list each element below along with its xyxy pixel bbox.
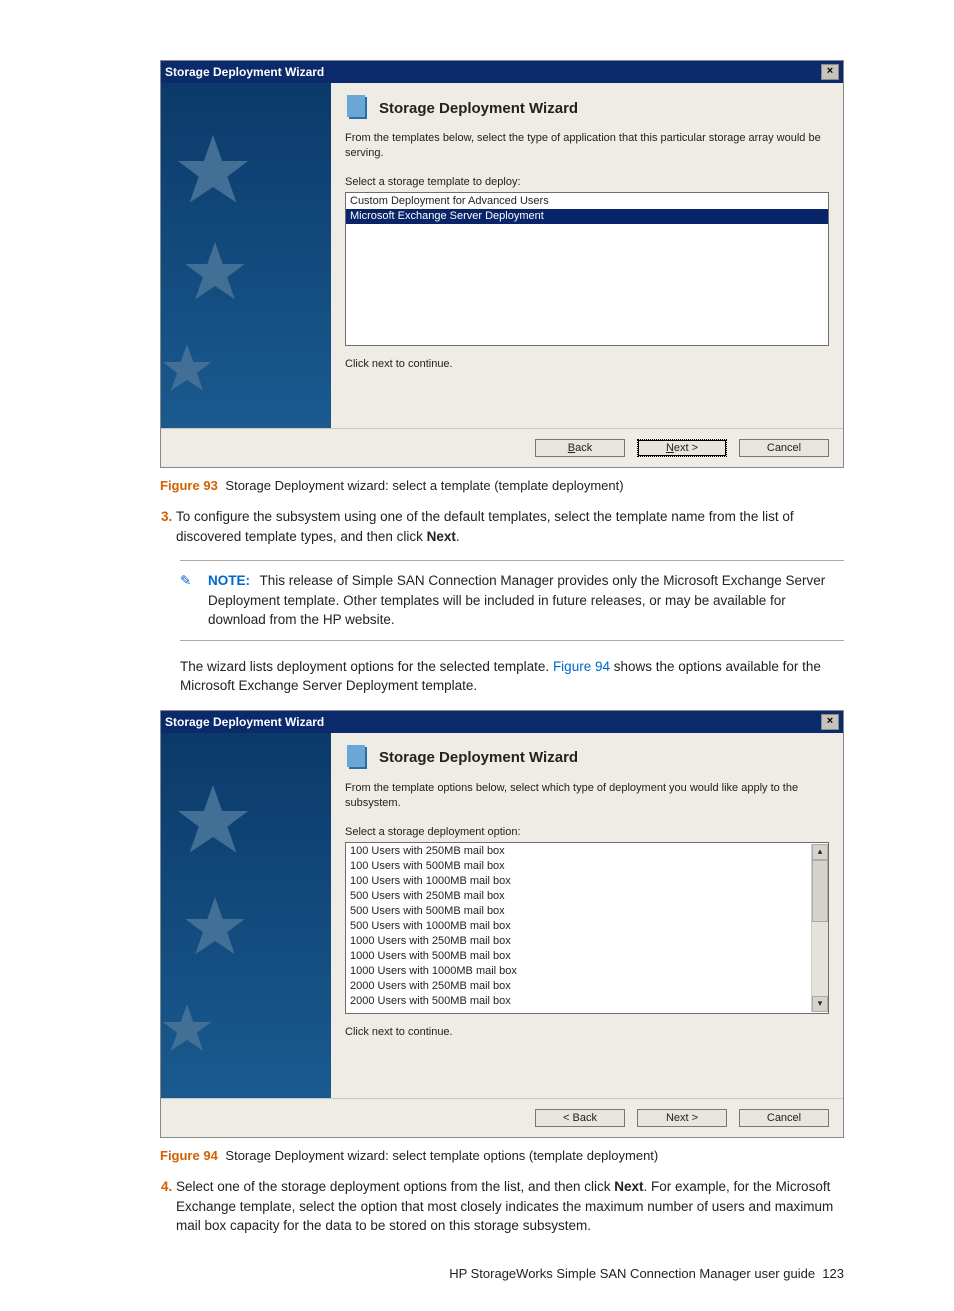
scroll-thumb[interactable] bbox=[812, 860, 828, 922]
note-label: NOTE: bbox=[208, 573, 250, 588]
figure-94-link[interactable]: Figure 94 bbox=[553, 659, 610, 674]
window-title: Storage Deployment Wizard bbox=[165, 715, 324, 729]
back-button[interactable]: < Back bbox=[535, 1109, 625, 1127]
note-icon: ✎ bbox=[180, 571, 191, 591]
listbox-scrollbar[interactable]: ▴ ▾ bbox=[811, 844, 828, 1012]
wizard-description: From the template options below, select … bbox=[345, 781, 829, 812]
body-paragraph: The wizard lists deployment options for … bbox=[180, 657, 844, 696]
list-item[interactable]: 100 Users with 1000MB mail box bbox=[346, 874, 811, 889]
continue-text: Click next to continue. bbox=[345, 1026, 829, 1038]
figure-label: Figure 93 bbox=[160, 478, 218, 493]
wizard-heading: Storage Deployment Wizard bbox=[379, 749, 578, 766]
step-4: Select one of the storage deployment opt… bbox=[176, 1177, 844, 1236]
next-button[interactable]: Next > bbox=[637, 1109, 727, 1127]
list-item[interactable]: 1000 Users with 1000MB mail box bbox=[346, 964, 811, 979]
footer-text: HP StorageWorks Simple SAN Connection Ma… bbox=[449, 1266, 815, 1281]
list-item[interactable]: 1000 Users with 500MB mail box bbox=[346, 949, 811, 964]
list-item[interactable]: 2000 Users with 500MB mail box bbox=[346, 994, 811, 1009]
back-button[interactable]: Back bbox=[535, 439, 625, 457]
template-listbox[interactable]: Custom Deployment for Advanced Users Mic… bbox=[345, 192, 829, 346]
wizard-subhead: Select a storage template to deploy: bbox=[345, 176, 829, 188]
cancel-button[interactable]: Cancel bbox=[739, 1109, 829, 1127]
cancel-button[interactable]: Cancel bbox=[739, 439, 829, 457]
list-item[interactable]: 100 Users with 250MB mail box bbox=[346, 844, 811, 859]
scroll-up-arrow[interactable]: ▴ bbox=[812, 844, 828, 860]
figure-text: Storage Deployment wizard: select templa… bbox=[225, 1148, 658, 1163]
figure-caption-94: Figure 94 Storage Deployment wizard: sel… bbox=[160, 1148, 844, 1163]
wizard-window-2: Storage Deployment Wizard × Storage Depl… bbox=[160, 710, 844, 1138]
list-item[interactable]: 100 Users with 500MB mail box bbox=[346, 859, 811, 874]
list-item[interactable]: Custom Deployment for Advanced Users bbox=[346, 194, 828, 209]
close-icon[interactable]: × bbox=[821, 714, 839, 730]
wizard-subhead: Select a storage deployment option: bbox=[345, 826, 829, 838]
page-footer: HP StorageWorks Simple SAN Connection Ma… bbox=[160, 1266, 844, 1281]
figure-text: Storage Deployment wizard: select a temp… bbox=[225, 478, 623, 493]
wizard-side-graphic bbox=[161, 83, 331, 428]
titlebar-2: Storage Deployment Wizard × bbox=[161, 711, 843, 733]
window-title: Storage Deployment Wizard bbox=[165, 65, 324, 79]
figure-caption-93: Figure 93 Storage Deployment wizard: sel… bbox=[160, 478, 844, 493]
wizard-side-graphic bbox=[161, 733, 331, 1098]
titlebar-1: Storage Deployment Wizard × bbox=[161, 61, 843, 83]
wizard-window-1: Storage Deployment Wizard × Storage Depl… bbox=[160, 60, 844, 468]
deployment-options-listbox[interactable]: 100 Users with 250MB mail box 100 Users … bbox=[345, 842, 829, 1014]
wizard-icon bbox=[345, 95, 371, 121]
scroll-down-arrow[interactable]: ▾ bbox=[812, 996, 828, 1012]
list-item[interactable]: 500 Users with 250MB mail box bbox=[346, 889, 811, 904]
wizard-description: From the templates below, select the typ… bbox=[345, 131, 829, 162]
page-number: 123 bbox=[822, 1266, 844, 1281]
list-item[interactable]: 500 Users with 500MB mail box bbox=[346, 904, 811, 919]
list-item[interactable]: 2000 Users with 250MB mail box bbox=[346, 979, 811, 994]
wizard-icon bbox=[345, 745, 371, 771]
note-box: ✎ NOTE: This release of Simple SAN Conne… bbox=[180, 560, 844, 641]
next-button[interactable]: Next > bbox=[637, 439, 727, 457]
close-icon[interactable]: × bbox=[821, 64, 839, 80]
list-item[interactable]: Microsoft Exchange Server Deployment bbox=[346, 209, 828, 224]
step-3: To configure the subsystem using one of … bbox=[176, 507, 844, 546]
list-item[interactable]: 1000 Users with 250MB mail box bbox=[346, 934, 811, 949]
wizard-heading: Storage Deployment Wizard bbox=[379, 100, 578, 117]
figure-label: Figure 94 bbox=[160, 1148, 218, 1163]
list-item[interactable]: 500 Users with 1000MB mail box bbox=[346, 919, 811, 934]
continue-text: Click next to continue. bbox=[345, 358, 829, 370]
note-text: This release of Simple SAN Connection Ma… bbox=[208, 573, 825, 627]
